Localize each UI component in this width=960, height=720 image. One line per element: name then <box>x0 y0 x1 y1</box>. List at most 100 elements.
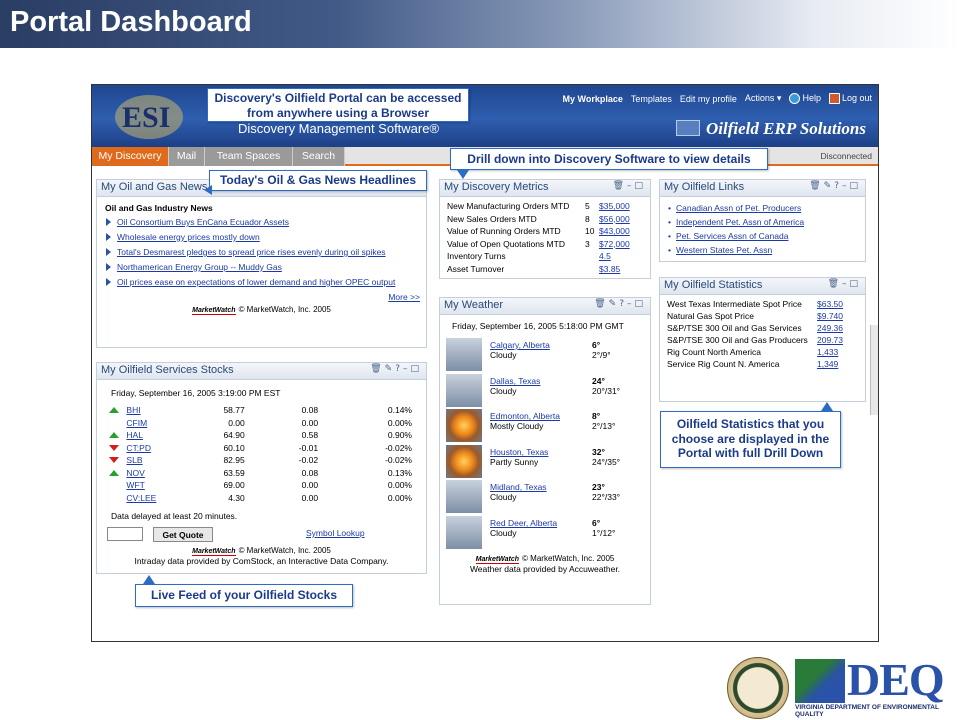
stock-symbol[interactable]: BHI <box>126 405 140 415</box>
nav-workplace[interactable]: My Workplace <box>562 94 622 104</box>
tab-team-spaces[interactable]: Team Spaces <box>205 147 293 166</box>
news-item[interactable]: Total's Desmarest pledges to spread pric… <box>103 247 420 257</box>
stock-symbol[interactable]: CV:LEE <box>126 493 156 503</box>
oilfield-link-item[interactable]: • Pet. Services Assn of Canada <box>668 229 857 243</box>
panel-controls[interactable]: 🗑✎?–□ <box>370 364 422 374</box>
stocks-body: Friday, September 16, 2005 3:19:00 PM ES… <box>97 380 426 569</box>
callout-news: Today's Oil & Gas News Headlines <box>209 170 427 191</box>
metric-value-link[interactable]: $35,000 <box>599 201 630 211</box>
news-item[interactable]: Northamerican Energy Group -- Muddy Gas <box>103 262 420 272</box>
nav-logout[interactable]: Log out <box>828 93 872 105</box>
oilfield-link-item[interactable]: • Canadian Assn of Pet. Producers <box>668 201 857 215</box>
stock-symbol[interactable]: WFT <box>126 480 144 490</box>
stock-symbol[interactable]: NOV <box>126 468 144 478</box>
stocks-credit-text: © MarketWatch, Inc. 2005 <box>238 546 331 555</box>
cloud-icon <box>446 338 482 371</box>
statistic-value-link[interactable]: $63.50 <box>817 299 843 309</box>
stock-row: HAL 64.90 0.58 0.90% <box>103 429 413 442</box>
stock-symbol[interactable]: CFIM <box>126 418 147 428</box>
oilfield-link-item[interactable]: • Western States Pet. Assn <box>668 243 857 257</box>
tab-search[interactable]: Search <box>293 147 345 166</box>
statistic-label: Service Rig Count N. America <box>667 359 780 369</box>
nav-edit-profile[interactable]: Edit my profile <box>680 94 737 104</box>
news-item[interactable]: Wholesale energy prices mostly down <box>103 232 420 242</box>
nav-help[interactable]: Help <box>789 93 821 105</box>
news-link[interactable]: Northamerican Energy Group -- Muddy Gas <box>117 262 282 272</box>
oilfield-link[interactable]: Independent Pet. Assn of America <box>676 217 804 227</box>
news-item[interactable]: Oil prices ease on expectations of lower… <box>103 277 420 287</box>
metric-value-link[interactable]: $72,000 <box>599 239 630 249</box>
symbol-input[interactable] <box>107 527 143 541</box>
weather-range: 22°/33° <box>592 492 621 503</box>
sun-icon <box>446 444 482 478</box>
arrow-right-icon <box>106 248 111 256</box>
metric-value-link[interactable]: $43,000 <box>599 226 630 236</box>
statistic-label: Rig Count North America <box>667 347 762 357</box>
oilfield-link[interactable]: Western States Pet. Assn <box>676 245 772 255</box>
news-item[interactable]: Oil Consortium Buys EnCana Ecuador Asset… <box>103 217 420 227</box>
metric-value-link[interactable]: $56,000 <box>599 214 630 224</box>
panel-controls[interactable]: 🗑✎?–□ <box>594 299 646 309</box>
trend-cell <box>103 454 125 467</box>
statistic-value-link[interactable]: 249.36 <box>817 323 843 333</box>
callout-browser: Discovery's Oilfield Portal can be acces… <box>207 88 469 122</box>
statistic-value-link[interactable]: 209.73 <box>817 335 843 345</box>
nav-actions[interactable]: Actions ▾ <box>745 93 782 104</box>
statistic-value-link[interactable]: 1,433 <box>817 347 838 357</box>
statistic-label: S&P/TSE 300 Oil and Gas Services <box>667 323 802 333</box>
oilfield-link-item[interactable]: • Independent Pet. Assn of America <box>668 215 857 229</box>
more-news-link[interactable]: More >> <box>388 292 420 302</box>
weather-temp: 6° <box>592 517 601 528</box>
panel-header: My Weather 🗑✎?–□ <box>440 298 650 315</box>
arrow-right-icon <box>106 263 111 271</box>
news-link[interactable]: Oil prices ease on expectations of lower… <box>117 277 395 287</box>
stocks-provider: Intraday data provided by ComStock, an I… <box>134 556 389 566</box>
weather-row: Red Deer, Alberta Cloudy 6° 1°/12° <box>440 515 650 551</box>
oilfield-link[interactable]: Canadian Assn of Pet. Producers <box>676 203 801 213</box>
tab-my-discovery[interactable]: My Discovery <box>92 147 169 166</box>
arrow-right-icon <box>106 233 111 241</box>
esi-logo: ESI <box>115 95 183 139</box>
statistic-row: Natural Gas Spot Price $9.740 <box>666 311 858 323</box>
nav-templates[interactable]: Templates <box>631 94 672 104</box>
stock-change: -0.02 <box>298 455 319 465</box>
statistic-value-link[interactable]: 1,349 <box>817 359 838 369</box>
symbol-lookup-link[interactable]: Symbol Lookup <box>306 528 365 538</box>
panel-header: My Oilfield Services Stocks 🗑✎?–□ <box>97 363 426 380</box>
weather-city-link[interactable]: Edmonton, Alberta <box>490 411 560 421</box>
statistic-value-link[interactable]: $9.740 <box>817 311 843 321</box>
oilfield-link[interactable]: Pet. Services Assn of Canada <box>676 231 788 241</box>
tab-mail[interactable]: Mail <box>169 147 205 166</box>
stock-change: 0.00 <box>301 417 319 428</box>
weather-city-link[interactable]: Midland, Texas <box>490 482 547 492</box>
metric-row: New Manufacturing Orders MTD 5 $35,000 <box>446 200 631 213</box>
help-icon <box>789 93 801 105</box>
scrollbar[interactable] <box>870 325 878 415</box>
erp-title: Oilfield ERP Solutions <box>676 119 866 139</box>
panel-controls[interactable]: 🗑–□ <box>613 181 646 191</box>
weather-list: Calgary, Alberta Cloudy 6° 2°/9° Dallas, Tex… <box>440 337 650 551</box>
weather-city-link[interactable]: Calgary, Alberta <box>490 340 550 350</box>
panel-controls[interactable]: 🗑–□ <box>828 279 861 289</box>
stock-symbol[interactable]: HAL <box>126 430 143 440</box>
stock-symbol[interactable]: CT:PD <box>126 443 151 453</box>
news-link[interactable]: Oil Consortium Buys EnCana Ecuador Asset… <box>117 217 289 227</box>
get-quote-button[interactable]: Get Quote <box>153 527 213 542</box>
news-panel: My Oil and Gas News Oil and Gas Industry… <box>96 179 427 348</box>
arrow-down-icon <box>109 457 119 463</box>
logout-icon <box>828 93 840 105</box>
news-link[interactable]: Total's Desmarest pledges to spread pric… <box>117 247 386 257</box>
weather-condition: Mostly Cloudy <box>490 421 544 432</box>
weather-city-link[interactable]: Houston, Texas <box>490 447 548 457</box>
metric-value-link[interactable]: 4.5 <box>599 251 611 261</box>
stock-symbol[interactable]: SLB <box>126 455 142 465</box>
panel-controls[interactable]: 🗑✎?–□ <box>809 181 861 191</box>
metric-value-link[interactable]: $3.85 <box>599 264 620 274</box>
news-link[interactable]: Wholesale energy prices mostly down <box>117 232 260 242</box>
stocks-panel: My Oilfield Services Stocks 🗑✎?–□ Friday… <box>96 362 427 574</box>
weather-city-link[interactable]: Dallas, Texas <box>490 376 540 386</box>
stock-pct-change: 0.00% <box>387 417 412 428</box>
weather-city-link[interactable]: Red Deer, Alberta <box>490 518 557 528</box>
stock-price: 0.00 <box>228 417 245 428</box>
metrics-body: New Manufacturing Orders MTD 5 $35,000 New … <box>440 197 650 278</box>
